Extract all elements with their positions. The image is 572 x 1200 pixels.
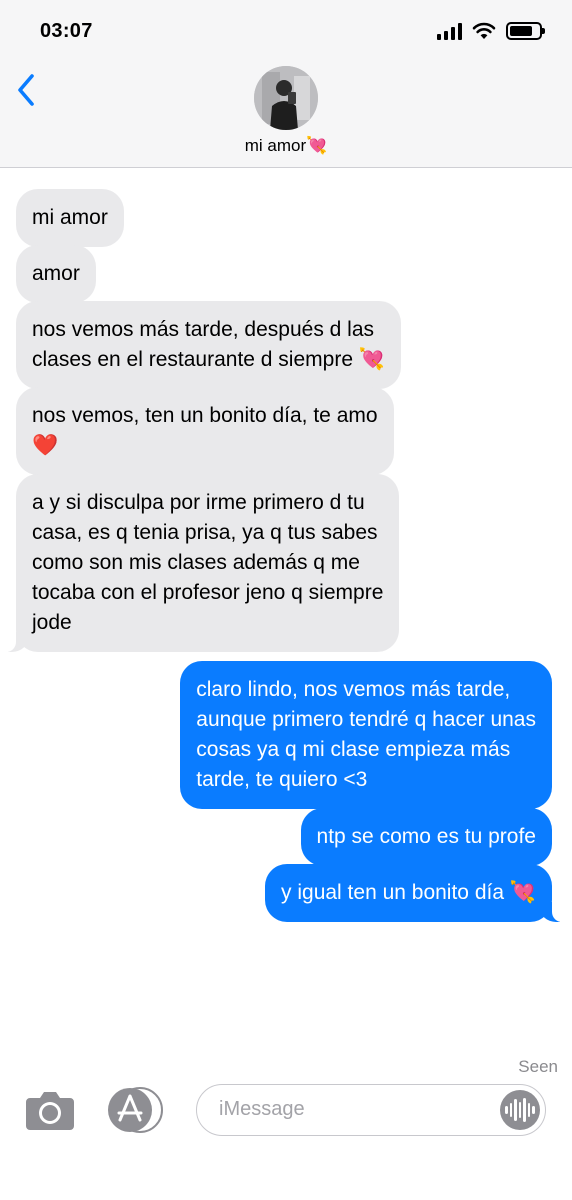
- contact-name[interactable]: mi amor💘: [0, 136, 572, 156]
- message-received[interactable]: a y si disculpa por irme primero d tu ca…: [5, 474, 400, 652]
- imessage-input[interactable]: [219, 1085, 509, 1133]
- message-sent[interactable]: ntp se como es tu profe: [300, 808, 552, 866]
- conversation-header: 03:07 mi amor💘: [0, 0, 572, 168]
- contact-avatar[interactable]: [254, 66, 318, 130]
- camera-button[interactable]: [24, 1086, 76, 1134]
- status-icons: [437, 22, 545, 40]
- camera-icon: [26, 1092, 74, 1130]
- app-store-button[interactable]: [106, 1086, 164, 1134]
- battery-icon: [506, 22, 545, 40]
- status-time: 03:07: [40, 20, 93, 42]
- avatar-photo: [254, 66, 318, 130]
- voice-message-button[interactable]: [500, 1090, 540, 1130]
- cellular-signal-icon: [437, 22, 462, 40]
- message-sent[interactable]: y igual ten un bonito día 💘: [265, 864, 562, 922]
- wifi-icon: [472, 22, 496, 39]
- message-received[interactable]: nos vemos más tarde, después d las clase…: [16, 301, 401, 389]
- message-received[interactable]: nos vemos, ten un bonito día, te amo ❤️: [16, 387, 394, 475]
- read-receipt: Seen: [518, 1057, 558, 1076]
- chevron-left-icon: [18, 74, 34, 106]
- message-composer: [196, 1084, 546, 1136]
- message-sent[interactable]: claro lindo, nos vemos más tarde, aunque…: [180, 661, 552, 809]
- message-received[interactable]: amor: [16, 245, 96, 303]
- app-store-icon: [108, 1087, 163, 1133]
- message-received[interactable]: mi amor: [16, 189, 124, 247]
- back-button[interactable]: [10, 68, 42, 112]
